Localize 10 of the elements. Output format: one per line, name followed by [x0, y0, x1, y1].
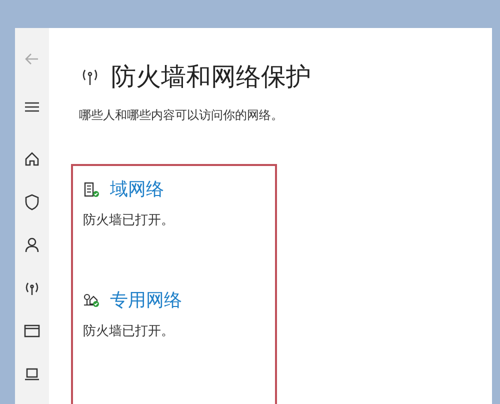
page-subtitle: 哪些人和哪些内容可以访问你的网络。 — [79, 107, 284, 124]
page-title: 防火墙和网络保护 — [111, 62, 311, 92]
person-icon — [23, 236, 41, 254]
home-icon — [23, 150, 41, 168]
shield-icon — [23, 193, 41, 211]
network-status: 防火墙已打开。 — [83, 322, 175, 340]
network-link[interactable]: 域网络 — [83, 176, 164, 203]
network-link[interactable]: 专用网络 — [83, 286, 182, 314]
window-icon — [23, 322, 41, 340]
network-status: 防火墙已打开。 — [83, 212, 175, 230]
